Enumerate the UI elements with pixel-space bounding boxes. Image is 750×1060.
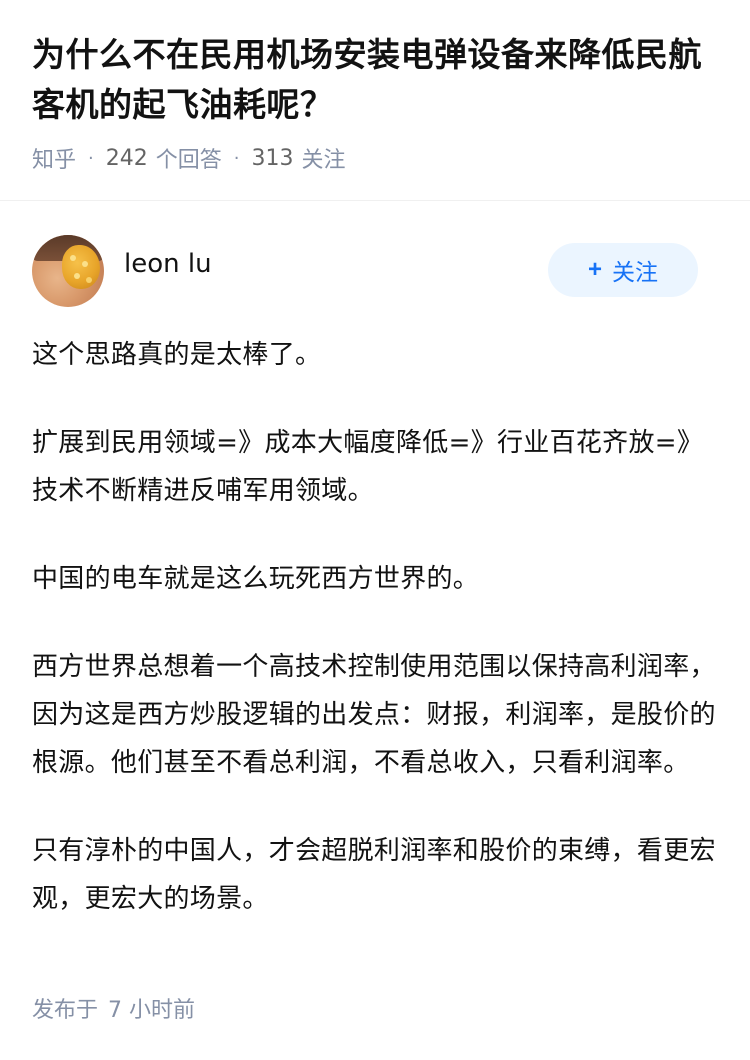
author-name[interactable]: leon lu	[124, 249, 212, 279]
publish-time-value: 7 小时前	[108, 998, 196, 1023]
publish-time: 发布于 7 小时前	[32, 992, 195, 1024]
avatar[interactable]	[32, 235, 104, 307]
plus-icon: +	[587, 256, 602, 283]
source-label[interactable]: 知乎	[32, 142, 76, 174]
separator-dot: ·	[233, 147, 240, 169]
answer-card: leon lu + 关注 这个思路真的是太棒了。 扩展到民用领域=》成本大幅度降…	[0, 231, 750, 923]
follow-button-label: 关注	[612, 259, 658, 285]
answer-paragraph: 中国的电车就是这么玩死西方世界的。	[32, 564, 480, 594]
answer-content: 这个思路真的是太棒了。 扩展到民用领域=》成本大幅度降低=》行业百花齐放=》技术…	[32, 331, 718, 923]
author-row: leon lu + 关注	[32, 231, 718, 311]
divider	[0, 200, 750, 201]
answer-paragraph: 这个思路真的是太棒了。	[32, 340, 322, 370]
separator-dot: ·	[88, 147, 94, 169]
question-title[interactable]: 为什么不在民用机场安装电弹设备来降低民航客机的起飞油耗呢？	[32, 30, 718, 130]
question-meta: 知乎 · 242 个回答 · 313 关注	[32, 142, 718, 174]
answer-paragraph: 扩展到民用领域=》成本大幅度降低=》行业百花齐放=》技术不断精进反哺军用领域。	[32, 428, 704, 506]
answers-label[interactable]: 个回答	[156, 142, 222, 174]
answers-count: 242	[105, 145, 148, 171]
followers-count: 313	[251, 145, 294, 171]
question-header: 为什么不在民用机场安装电弹设备来降低民航客机的起飞油耗呢？ 知乎 · 242 个…	[0, 0, 750, 173]
answer-paragraph: 只有淳朴的中国人，才会超脱利润率和股价的束缚，看更宏观，更宏大的场景。	[32, 836, 716, 914]
follow-button[interactable]: + 关注	[548, 243, 698, 297]
followers-label[interactable]: 关注	[302, 142, 346, 174]
avatar-food	[62, 245, 100, 289]
publish-label: 发布于	[32, 998, 99, 1023]
answer-paragraph: 西方世界总想着一个高技术控制使用范围以保持高利润率，因为这是西方炒股逻辑的出发点…	[32, 652, 716, 778]
